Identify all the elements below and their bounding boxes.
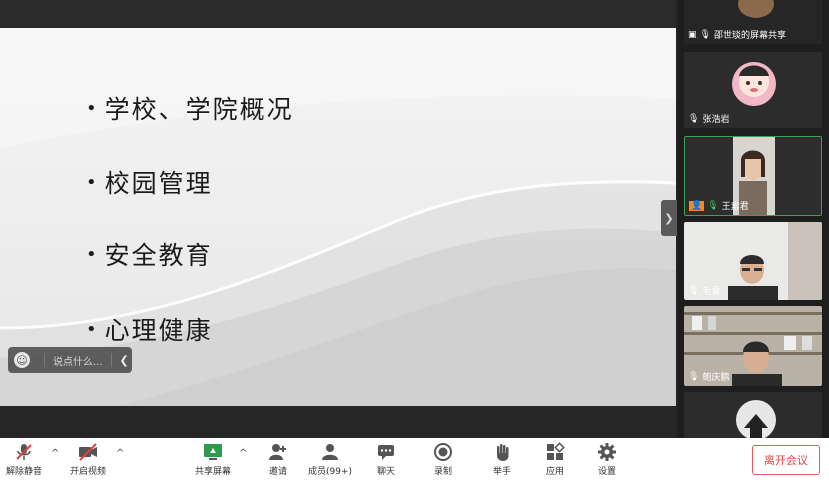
hand-icon	[491, 441, 513, 463]
apps-icon	[544, 441, 566, 463]
participant-tile[interactable]: 🎙 鲍庆鹏	[684, 306, 822, 386]
chat-placeholder: 说点什么...	[53, 356, 103, 368]
shared-screen-top-bar	[0, 0, 676, 28]
record-button[interactable]: 录制	[432, 441, 454, 477]
meeting-toolbar: 解除静音 ^ 开启视频 ^ 共享屏幕 ^ 邀请 成员(99+) 聊天 录制 举手…	[0, 438, 829, 483]
participant-name-label: 🎙 张浩岩	[688, 112, 730, 126]
participant-name-label: 🎙 鲍庆鹏	[688, 370, 730, 384]
person-icon: 👤	[689, 200, 705, 211]
slide-bullet-text: 学校、学院概况	[104, 95, 294, 124]
divider	[110, 353, 112, 367]
participant-tile-active-speaker[interactable]: 👤 🎙 王素君	[684, 136, 822, 216]
participant-tile[interactable]: ▣ 🎙 邵世琰的屏幕共享	[684, 0, 822, 44]
quick-chat-input[interactable]: ☺ 说点什么... ❮	[8, 347, 132, 373]
gear-icon	[596, 441, 618, 463]
chevron-up-icon[interactable]: ^	[116, 448, 124, 459]
toolbar-label: 设置	[597, 467, 616, 477]
participant-name: 邵世琰的屏幕共享	[713, 31, 786, 41]
avatar	[684, 392, 822, 438]
participant-name: 张浩岩	[702, 115, 730, 125]
members-button[interactable]: 成员(99+)	[308, 441, 352, 477]
toolbar-label: 聊天	[376, 467, 395, 477]
mic-muted-icon	[13, 441, 35, 463]
chevron-up-icon[interactable]: ^	[239, 448, 247, 459]
video-off-icon	[77, 441, 99, 463]
chat-icon	[375, 441, 397, 463]
toolbar-label: 举手	[492, 467, 511, 477]
slide-bullet: • 心理健康	[86, 316, 213, 345]
participant-tile[interactable]	[684, 392, 822, 438]
start-video-button[interactable]: 开启视频	[70, 441, 106, 477]
slide-bullet: • 学校、学院概况	[86, 95, 294, 124]
slide-bullet-text: 心理健康	[104, 316, 213, 345]
settings-button[interactable]: 设置	[596, 441, 618, 477]
slide-bullet: • 校园管理	[86, 169, 213, 198]
leave-meeting-button[interactable]: 离开会议	[752, 445, 820, 475]
share-screen-icon	[202, 441, 224, 463]
slide-bullet-text: 校园管理	[104, 169, 213, 198]
participant-tile[interactable]: 🎙 毛雷	[684, 222, 822, 300]
screen-share-icon: ▣	[688, 29, 697, 40]
apps-button[interactable]: 应用	[544, 441, 566, 477]
mic-muted-icon: 🎙	[688, 371, 700, 382]
shared-screen-area: • 学校、学院概况 • 校园管理 • 安全教育 • 心理健康 ☺ 说点什么... ❮	[0, 0, 676, 438]
toolbar-label: 开启视频	[70, 467, 107, 477]
unmute-button[interactable]: 解除静音	[6, 441, 42, 477]
chevron-up-icon[interactable]: ^	[51, 448, 59, 459]
toolbar-label: 应用	[545, 467, 564, 477]
participant-tile[interactable]: 🎙 张浩岩	[684, 52, 822, 128]
invite-button[interactable]: 邀请	[267, 441, 289, 477]
participant-gallery: ▣ 🎙 邵世琰的屏幕共享 🎙 张浩岩 👤 🎙 王素君 🎙 毛雷 🎙 鲍庆鹏	[678, 0, 829, 438]
mic-muted-icon: 🎙	[688, 113, 700, 124]
participant-name: 毛雷	[702, 287, 721, 297]
chat-button[interactable]: 聊天	[375, 441, 397, 477]
slide-bullet: • 安全教育	[86, 241, 213, 270]
slide-bullet-text: 安全教育	[104, 241, 213, 270]
toolbar-label: 邀请	[268, 467, 287, 477]
participant-name-label: ▣ 🎙 邵世琰的屏幕共享	[688, 28, 786, 42]
toolbar-label: 共享屏幕	[195, 467, 232, 477]
participant-name-label: 🎙 毛雷	[688, 284, 721, 298]
participant-name-label: 👤 🎙 王素君	[689, 199, 749, 212]
gallery-toggle-button[interactable]: ❯	[661, 200, 677, 236]
emoji-icon[interactable]: ☺	[14, 352, 30, 368]
divider	[44, 353, 45, 367]
shared-screen-bottom-bar	[0, 406, 676, 438]
chevron-left-icon[interactable]: ❮	[120, 354, 129, 367]
chevron-right-icon: ❯	[664, 211, 674, 225]
users-icon	[319, 441, 341, 463]
raise-hand-button[interactable]: 举手	[491, 441, 513, 477]
toolbar-label: 解除静音	[6, 467, 43, 477]
toolbar-label: 成员(99+)	[308, 467, 353, 477]
share-screen-button[interactable]: 共享屏幕	[195, 441, 231, 477]
participant-name: 鲍庆鹏	[702, 373, 730, 383]
toolbar-label: 录制	[433, 467, 452, 477]
record-icon	[432, 441, 454, 463]
mic-active-icon: 🎙	[707, 200, 719, 211]
mic-muted-icon: 🎙	[699, 29, 711, 40]
mic-muted-icon: 🎙	[688, 285, 700, 296]
add-user-icon	[267, 441, 289, 463]
participant-name: 王素君	[721, 202, 749, 212]
